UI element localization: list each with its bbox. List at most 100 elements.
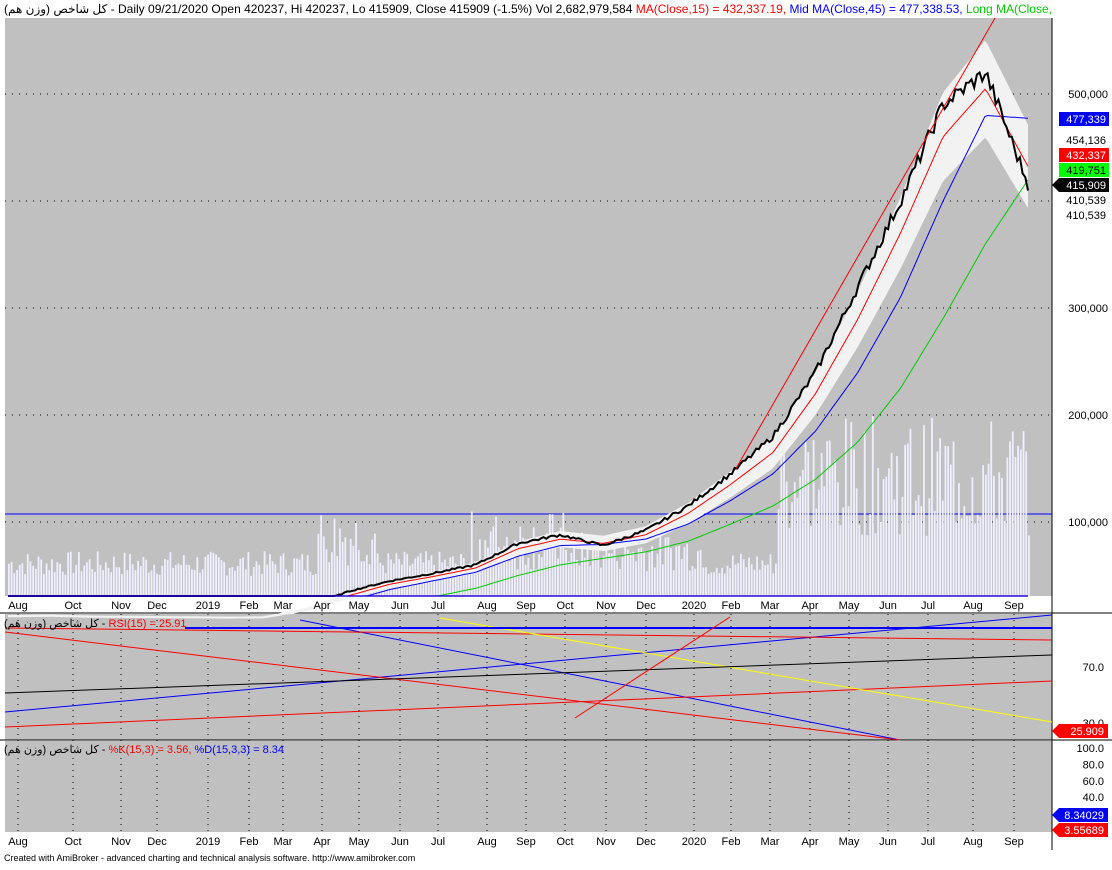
date-tick-label-bottom: Jul (431, 836, 445, 848)
volume-bar (629, 552, 632, 596)
volume-bar (976, 514, 979, 596)
volume-bar (48, 570, 51, 596)
price-badge-text: 454,136 (1066, 135, 1106, 147)
volume-bar (796, 497, 799, 596)
date-tick-label-bottom: Jun (879, 836, 897, 848)
volume-bar (974, 523, 976, 596)
volume-bar (102, 570, 104, 596)
chart-canvas: 500,000400,000300,000200,000100,000477,3… (0, 0, 1112, 865)
volume-bar (761, 560, 764, 596)
volume-bar (578, 565, 581, 596)
volume-bar (914, 500, 917, 596)
volume-bar (941, 500, 944, 596)
volume-bar (516, 569, 519, 596)
volume-bar (325, 549, 328, 596)
date-tick-label-bottom: Nov (111, 836, 131, 848)
volume-bar (1006, 457, 1009, 596)
price-badge-text: 415,909 (1066, 180, 1106, 192)
volume-bar (139, 565, 142, 596)
price-tick-label: 300,000 (1068, 303, 1108, 315)
volume-bar (551, 514, 554, 596)
date-tick-label: Jun (391, 600, 409, 612)
stoch-tick-label: 60.0 (1083, 776, 1104, 788)
date-tick-label-bottom: Jul (921, 836, 935, 848)
volume-bar (594, 549, 597, 596)
volume-bar (1014, 457, 1017, 596)
volume-bar (250, 575, 253, 596)
volume-bar (597, 546, 600, 596)
volume-bar (645, 570, 648, 596)
volume-bar (8, 563, 10, 596)
header-long-ma-label: Long MA(Close, (966, 2, 1052, 16)
volume-bar (247, 552, 250, 596)
volume-bar (753, 569, 756, 596)
volume-bar (853, 449, 855, 596)
volume-bar (290, 572, 293, 596)
volume-bar (775, 563, 777, 596)
volume-bar (855, 488, 858, 596)
volume-bar (610, 553, 613, 596)
volume-bar (583, 557, 586, 596)
volume-bar (626, 549, 629, 596)
volume-bar (1025, 451, 1028, 596)
volume-bar (126, 570, 129, 596)
date-tick-label-bottom: Oct (556, 836, 573, 848)
volume-bar (341, 541, 344, 596)
date-tick-label: 2019 (196, 600, 220, 612)
volume-bar (223, 562, 226, 596)
date-tick-label-bottom: Apr (313, 836, 330, 848)
volume-bar (661, 564, 664, 596)
volume-bar (651, 546, 654, 596)
price-tick-label: 200,000 (1068, 410, 1108, 422)
volume-bar (904, 444, 907, 596)
volume-bar (285, 569, 288, 596)
date-tick-label: Mar (274, 600, 293, 612)
volume-bar (963, 505, 966, 596)
volume-bar (807, 451, 810, 596)
date-tick-label: Feb (722, 600, 741, 612)
volume-bar (309, 571, 312, 596)
price-badge-text: 477,339 (1066, 114, 1106, 126)
volume-bar (742, 559, 745, 596)
price-badge-text: 410,539 (1066, 210, 1106, 222)
volume-bar (242, 557, 244, 596)
volume-bar (586, 548, 589, 596)
volume-bar (1009, 441, 1011, 596)
volume-bar (710, 572, 713, 596)
volume-bar (204, 556, 207, 596)
volume-bar (705, 567, 707, 596)
volume-bar (554, 546, 557, 596)
stoch-d-label: %D(15,3,3) = 8.34 (194, 744, 284, 756)
volume-bar (844, 418, 847, 596)
date-tick-label-bottom: Sep (516, 836, 536, 848)
chart-header: کل شاخص (وزن هم) - Daily 09/21/2020 Open… (4, 2, 1052, 16)
volume-bar (540, 557, 543, 596)
volume-bar (45, 563, 48, 596)
volume-bar (901, 496, 904, 596)
volume-bar (990, 421, 993, 596)
volume-bar (713, 572, 715, 596)
volume-bar (691, 566, 694, 596)
date-tick-label-bottom: May (839, 836, 860, 848)
price-badge: 410,539 (1059, 193, 1109, 207)
volume-bar (944, 445, 947, 596)
volume-bar (928, 498, 931, 596)
header-ma45-label: Mid MA(Close,45) = 477,338.53, (790, 2, 966, 16)
volume-bar (925, 535, 928, 596)
volume-bar (277, 572, 279, 596)
volume-bar (406, 553, 409, 596)
volume-bar (987, 463, 990, 596)
volume-bar (949, 464, 952, 596)
volume-bar (769, 554, 772, 596)
date-tick-label-bottom: May (349, 836, 370, 848)
volume-bar (519, 526, 522, 596)
volume-bar (632, 551, 635, 596)
volume-bar (10, 561, 13, 596)
volume-bar (863, 431, 866, 596)
volume-bar (979, 516, 982, 596)
volume-bar (939, 438, 941, 596)
volume-bar (96, 551, 99, 596)
date-tick-label: Mar (761, 600, 780, 612)
volume-bar (565, 549, 567, 596)
volume-bar (678, 545, 680, 596)
